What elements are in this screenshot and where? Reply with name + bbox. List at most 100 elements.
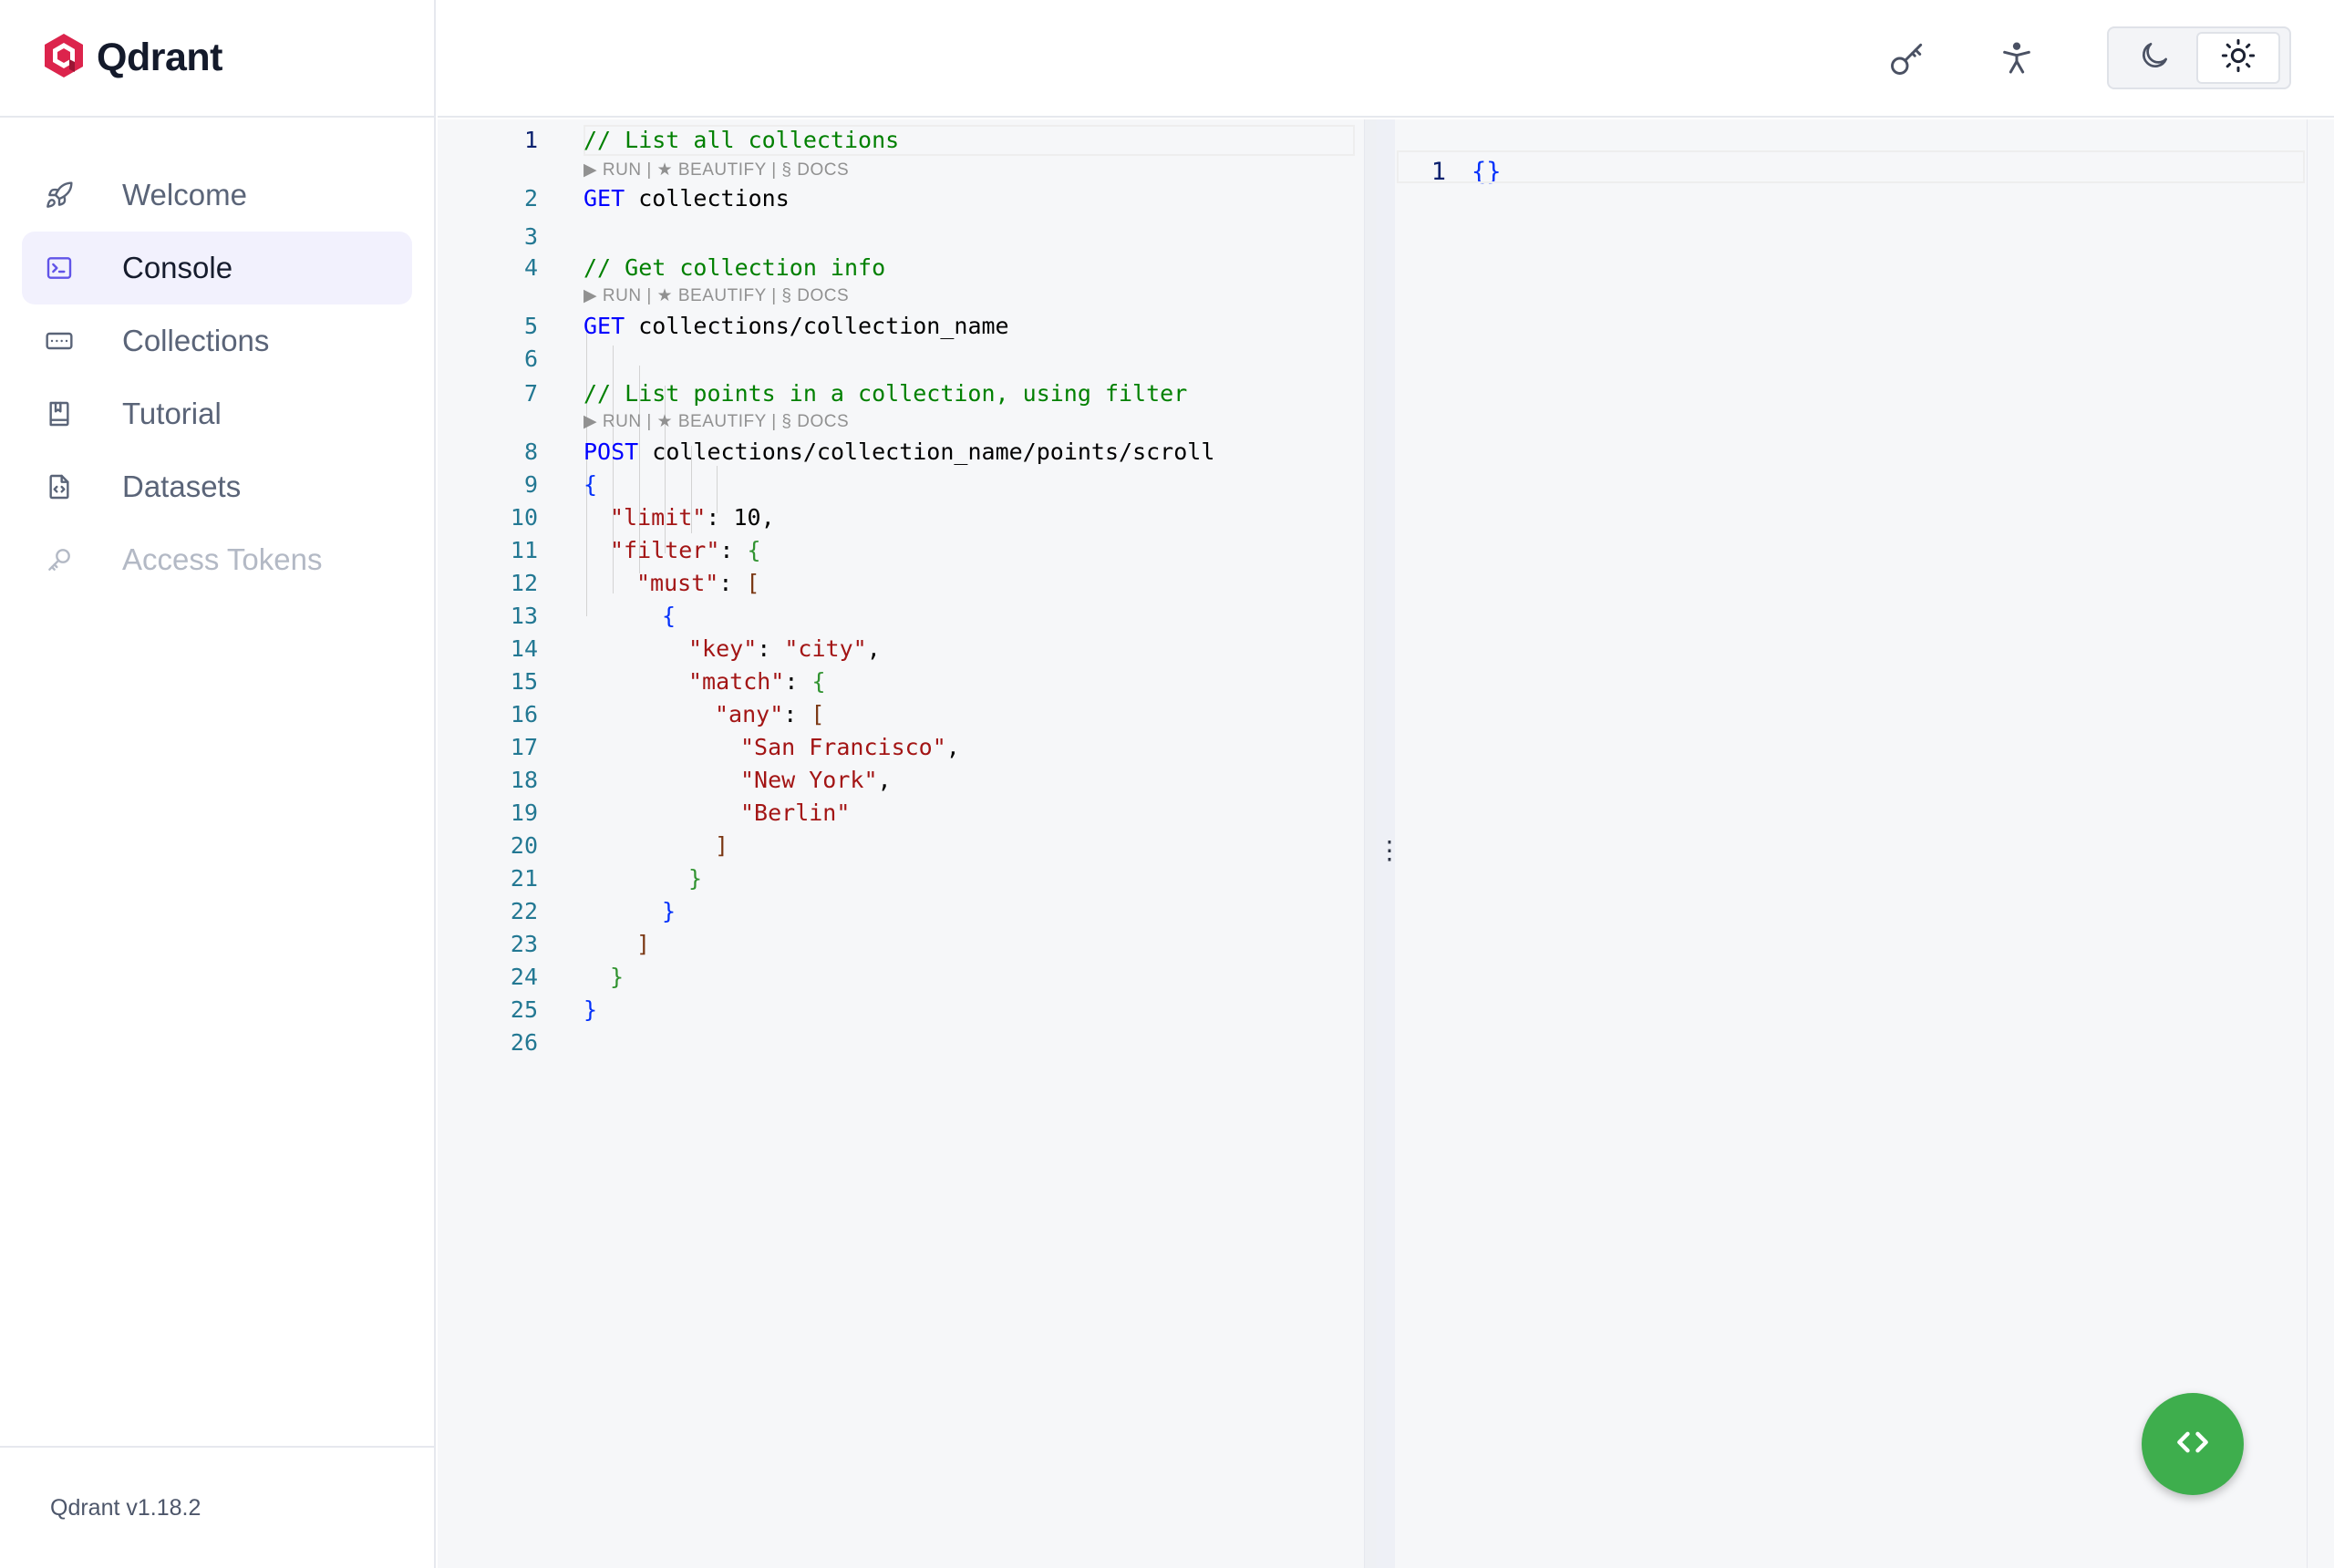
light-theme-option[interactable]	[2196, 32, 2280, 84]
theme-toggle[interactable]	[2107, 26, 2291, 89]
line-number: 21	[510, 865, 538, 892]
sun-icon	[2220, 37, 2257, 78]
key-icon	[44, 544, 75, 575]
line-number: 9	[523, 471, 538, 498]
current-line-highlight	[1397, 150, 2305, 183]
code-line: "filter": {	[610, 537, 761, 563]
drag-handle-icon[interactable]: ⋮	[1377, 838, 1402, 863]
console-workspace: 1 2 3 4 5 6 7 8 9 10 11 12 13 14 15 16 1…	[438, 119, 2334, 1568]
sidebar-item-label: Tutorial	[122, 397, 222, 430]
moon-icon	[2137, 38, 2172, 77]
code-line: "key": "city",	[688, 635, 881, 662]
top-bar	[438, 0, 2334, 118]
sidebar-item-collections[interactable]: Collections	[22, 304, 412, 377]
code-line: "San Francisco",	[740, 734, 960, 760]
code-line: "limit": 10,	[610, 504, 775, 531]
line-number: 6	[523, 346, 538, 372]
line-number: 12	[510, 570, 538, 596]
sidebar-item-label: Access Tokens	[122, 542, 323, 576]
sidebar-item-label: Datasets	[122, 469, 242, 503]
code-lens-actions[interactable]: ▶ RUN | ★ BEAUTIFY | § DOCS	[584, 160, 849, 181]
rocket-icon	[44, 180, 75, 211]
code-line-request: GET collections	[584, 185, 790, 211]
code-line-request: GET collections/collection_name	[584, 313, 1009, 339]
http-method: POST	[584, 438, 639, 465]
code-line: "match": {	[688, 668, 826, 695]
collections-icon	[44, 325, 75, 356]
code-line-request: POST collections/collection_name/points/…	[584, 438, 1214, 465]
sidebar-item-welcome[interactable]: Welcome	[22, 159, 412, 232]
code-line: }	[610, 964, 625, 990]
line-number: 22	[510, 898, 538, 924]
line-number: 11	[510, 537, 538, 563]
code-line: {	[584, 471, 598, 498]
sidebar-item-label: Collections	[122, 324, 270, 357]
line-number: 16	[510, 701, 538, 727]
code-comment: // List all collections	[584, 127, 900, 153]
line-number: 19	[510, 799, 538, 826]
code-line: "must": [	[636, 570, 760, 596]
sidebar-item-label: Welcome	[122, 178, 247, 211]
dark-theme-option[interactable]	[2112, 32, 2196, 84]
code-line: {	[662, 603, 676, 629]
sidebar-footer: Qdrant v1.18.2	[0, 1446, 434, 1568]
accessibility-button[interactable]	[1989, 33, 2044, 88]
line-number: 23	[510, 931, 538, 957]
response-scrollbar[interactable]	[2307, 119, 2334, 1568]
code-line: "New York",	[740, 767, 892, 793]
sidebar-item-console[interactable]: Console	[22, 232, 412, 304]
line-number: 24	[510, 964, 538, 990]
editor-scrollbar[interactable]	[1364, 119, 1377, 1568]
sidebar-item-datasets[interactable]: Datasets	[22, 450, 412, 523]
code-comment: // Get collection info	[584, 254, 886, 281]
code-line: ]	[636, 931, 651, 957]
request-path: collections	[638, 185, 790, 211]
indent-guide	[586, 325, 587, 616]
code-line: "any": [	[715, 701, 825, 727]
key-icon	[1887, 38, 1927, 83]
sidebar: Qdrant Welcome Console Collections Tutor…	[0, 0, 436, 1568]
version-label: Qdrant v1.18.2	[50, 1494, 201, 1521]
api-key-button[interactable]	[1880, 33, 1935, 88]
code-line: }	[584, 996, 598, 1023]
line-number: 17	[510, 734, 538, 760]
code-comment: // List points in a collection, using fi…	[584, 380, 1188, 407]
code-line: ]	[715, 832, 729, 859]
line-number: 18	[510, 767, 538, 793]
line-number: 14	[510, 635, 538, 662]
request-editor[interactable]: 1 2 3 4 5 6 7 8 9 10 11 12 13 14 15 16 1…	[438, 119, 1364, 1568]
code-lens-actions[interactable]: ▶ RUN | ★ BEAUTIFY | § DOCS	[584, 411, 849, 432]
line-number: 13	[510, 603, 538, 629]
http-method: GET	[584, 313, 625, 339]
line-number: 4	[523, 254, 538, 281]
file-code-icon	[44, 471, 75, 502]
sidebar-item-tutorial[interactable]: Tutorial	[22, 377, 412, 450]
line-number: 26	[510, 1029, 538, 1056]
sidebar-item-access-tokens[interactable]: Access Tokens	[22, 523, 412, 596]
line-number: 25	[510, 996, 538, 1023]
code-line: "Berlin"	[740, 799, 851, 826]
line-number: 7	[523, 380, 538, 407]
line-number: 2	[523, 185, 538, 211]
code-line: }	[662, 898, 676, 924]
code-lens-actions[interactable]: ▶ RUN | ★ BEAUTIFY | § DOCS	[584, 285, 849, 306]
line-number: 15	[510, 668, 538, 695]
http-method: GET	[584, 185, 625, 211]
code-line: }	[688, 865, 703, 892]
code-snippet-button[interactable]	[2142, 1393, 2244, 1495]
response-viewer[interactable]: 1 {}	[1395, 119, 2334, 1568]
brand-name: Qdrant	[97, 36, 222, 79]
request-path: collections/collection_name	[638, 313, 1009, 339]
request-path: collections/collection_name/points/scrol…	[652, 438, 1215, 465]
accessibility-icon	[1998, 40, 2035, 81]
code-brackets-icon	[2173, 1422, 2213, 1467]
line-number: 20	[510, 832, 538, 859]
line-number: 8	[523, 438, 538, 465]
line-number: 3	[523, 223, 538, 250]
qdrant-logo-icon	[42, 32, 86, 84]
line-number: 1	[523, 127, 538, 153]
terminal-icon	[44, 253, 75, 284]
logo[interactable]: Qdrant	[0, 0, 434, 118]
app-root: Qdrant Welcome Console Collections Tutor…	[0, 0, 2334, 1568]
sidebar-item-label: Console	[122, 251, 233, 284]
